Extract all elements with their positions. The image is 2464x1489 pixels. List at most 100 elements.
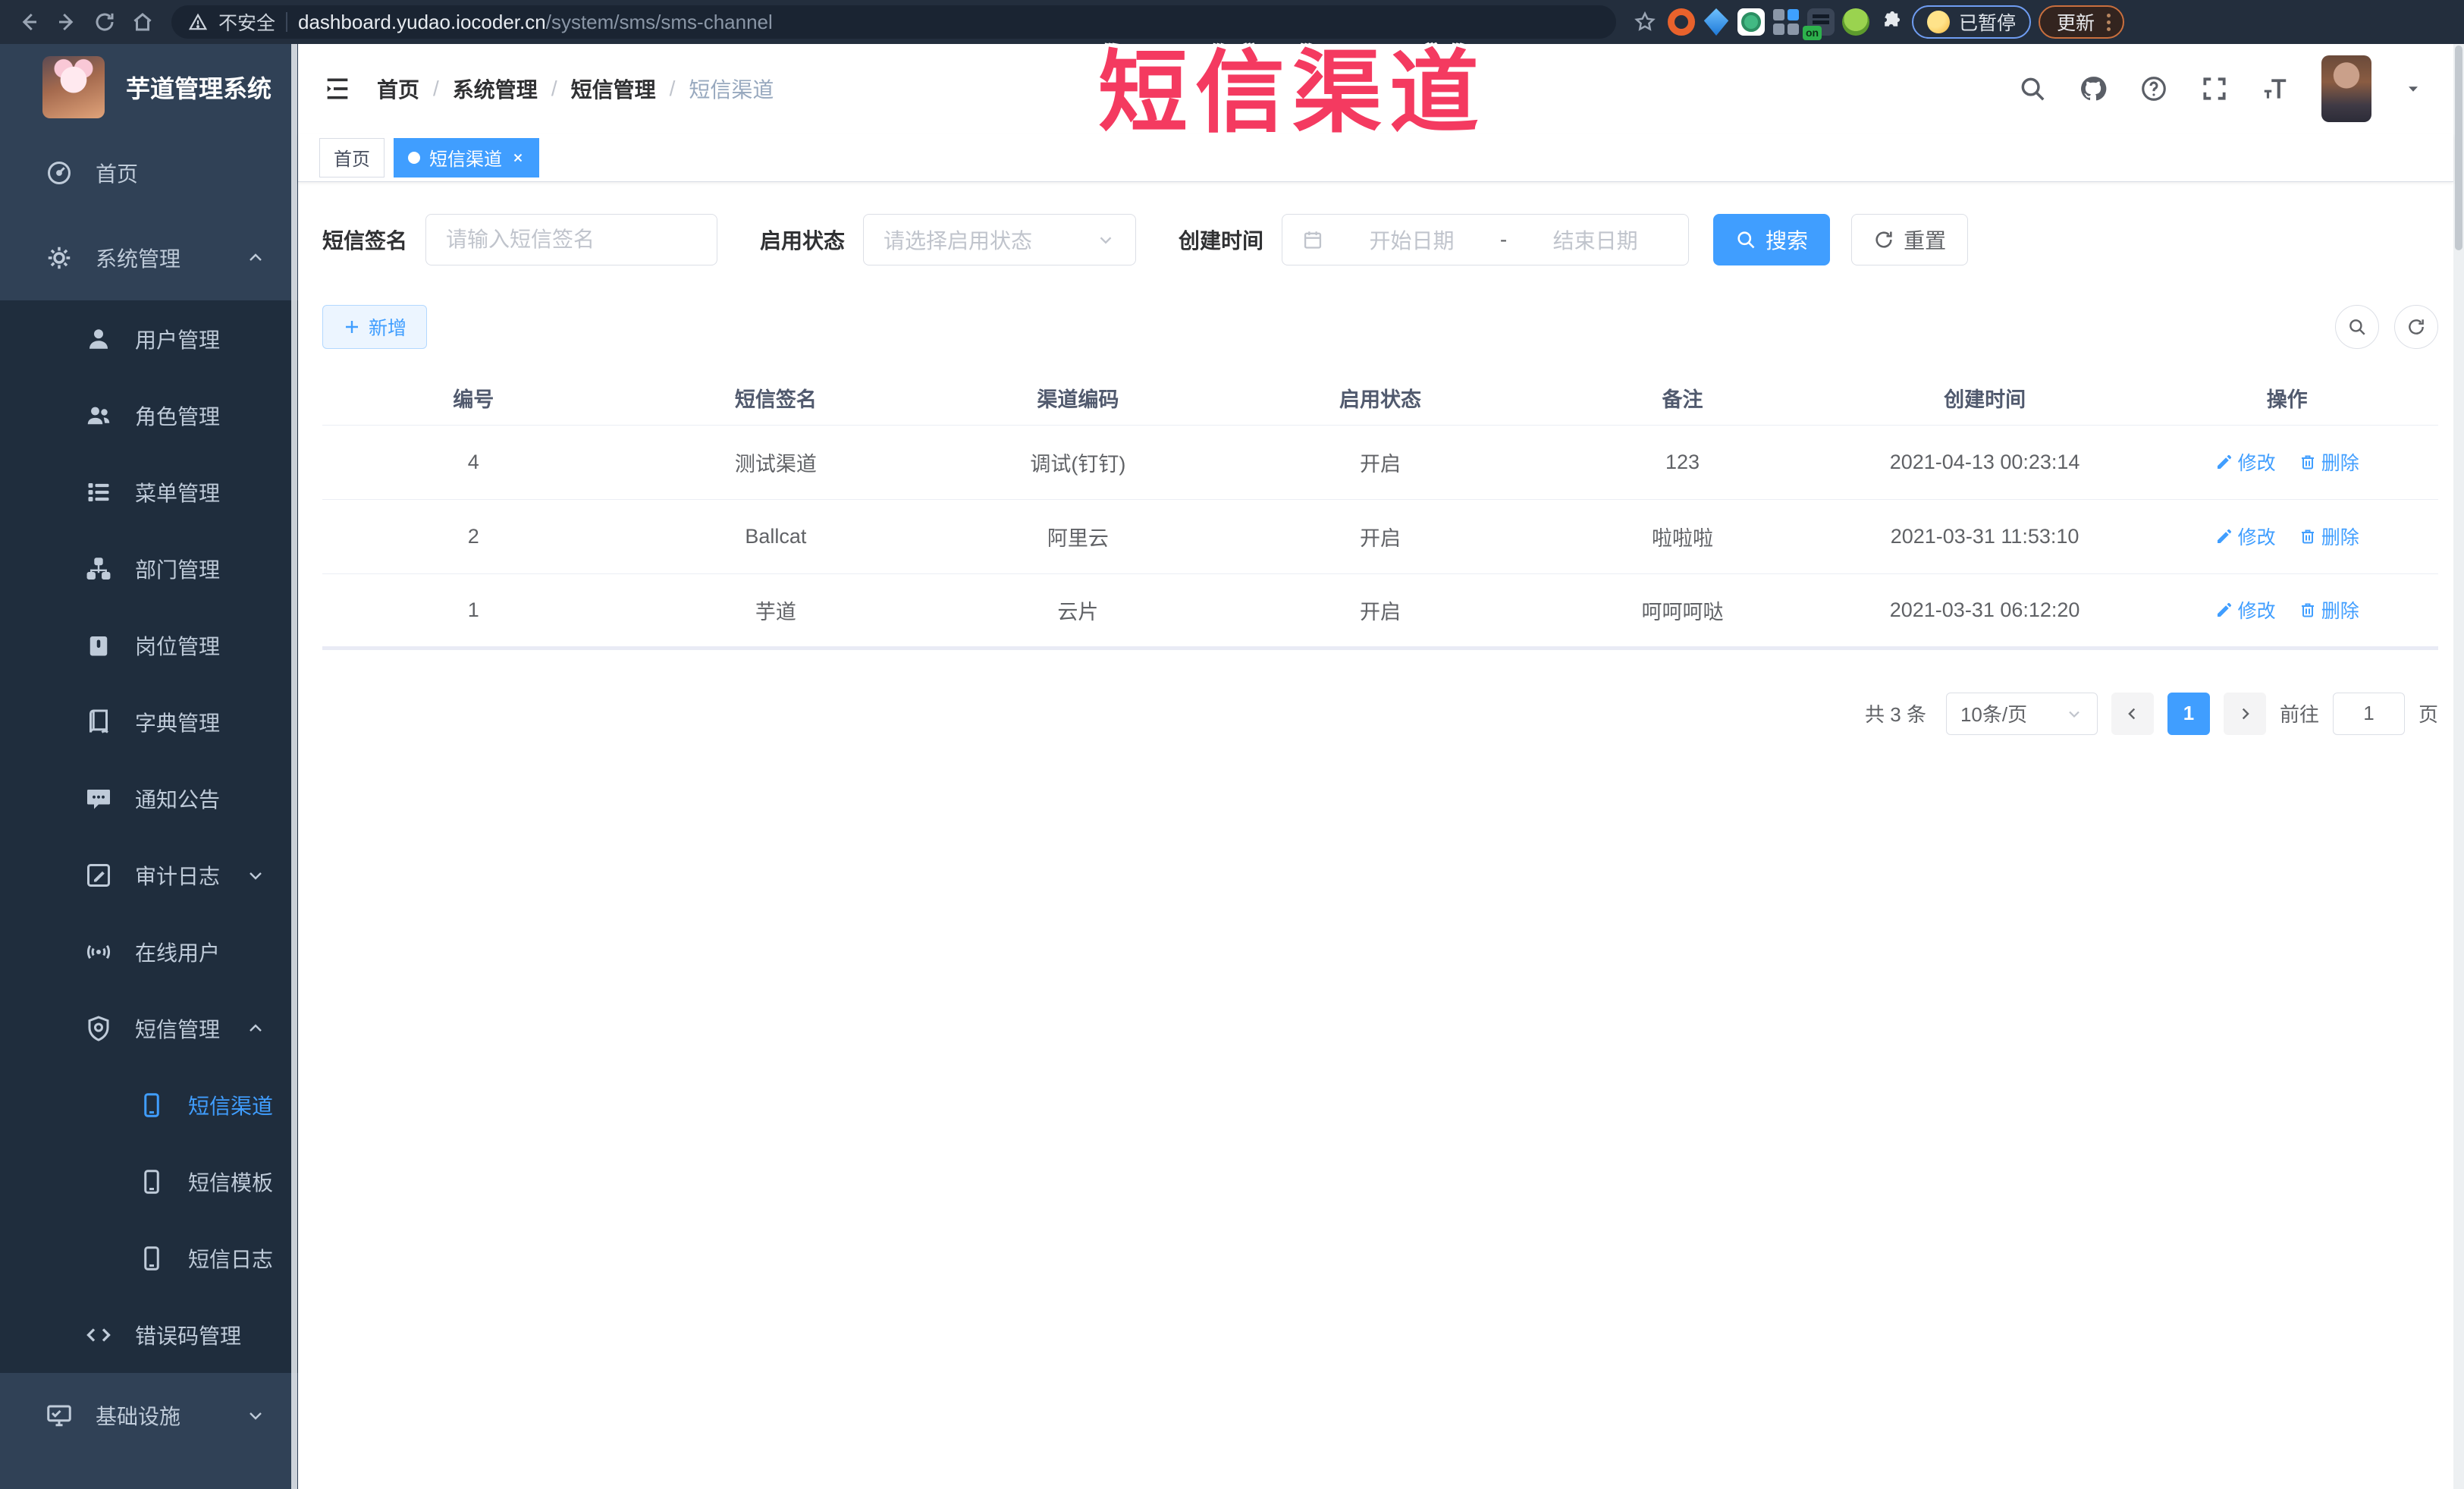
tree-icon [83, 554, 114, 584]
delete-link[interactable]: 删除 [2299, 523, 2359, 550]
refresh-icon [2409, 319, 2424, 335]
sidebar-item-label: 错误码管理 [135, 1324, 242, 1348]
tab-label: 首页 [334, 149, 370, 170]
edit-link[interactable]: 修改 [2215, 523, 2276, 550]
post-icon [83, 630, 114, 661]
delete-link[interactable]: 删除 [2299, 448, 2359, 476]
sidebar-scrollbar[interactable] [291, 44, 297, 1489]
home-icon[interactable] [127, 7, 158, 37]
font-size-icon[interactable] [2261, 74, 2290, 103]
sidebar-item-user-mgmt[interactable]: 用户管理 [0, 300, 298, 377]
page-unit-label: 页 [2418, 703, 2438, 726]
sidebar-item-dict-mgmt[interactable]: 字典管理 [0, 683, 298, 760]
sidebar-item-online-users[interactable]: 在线用户 [0, 913, 298, 990]
goto-label: 前往 [2279, 703, 2319, 726]
app-logo-row[interactable]: 芋道管理系统 [0, 44, 298, 130]
monitor-icon [44, 1400, 74, 1431]
hide-search-button[interactable] [2335, 305, 2379, 349]
reload-icon[interactable] [89, 7, 120, 37]
help-icon[interactable] [2139, 74, 2168, 103]
table-row: 1 芋道 云片 开启 呵呵呵哒 2021-03-31 06:12:20 修改 删… [322, 573, 2438, 650]
trash-icon [2301, 455, 2314, 470]
sidebar-item-menu-mgmt[interactable]: 菜单管理 [0, 454, 298, 530]
sidebar-item-sms-template[interactable]: 短信模板 [0, 1143, 298, 1220]
sidebar-item-infrastructure[interactable]: 基础设施 [0, 1373, 298, 1458]
search-icon[interactable] [2018, 74, 2047, 103]
breadcrumb-system[interactable]: 系统管理 [453, 74, 538, 104]
filter-form: 短信签名 启用状态 请选择启用状态 创建时间 开始日期 - 结束日期 搜索 重置 [322, 214, 2438, 265]
sidebar-item-error-code[interactable]: 错误码管理 [0, 1296, 298, 1373]
dashboard-icon [44, 158, 74, 188]
prev-page-button[interactable] [2111, 692, 2154, 735]
sidebar-item-audit-log[interactable]: 审计日志 [0, 837, 298, 913]
signature-label: 短信签名 [322, 229, 408, 253]
code-icon [83, 1320, 114, 1350]
col-remark: 备注 [1531, 372, 1834, 426]
add-button[interactable]: 新增 [322, 305, 428, 349]
page-size-select[interactable]: 10条/页 [1945, 692, 2098, 735]
sidebar-item-notice[interactable]: 通知公告 [0, 760, 298, 837]
sidebar-item-role-mgmt[interactable]: 角色管理 [0, 377, 298, 454]
page-scrollbar[interactable] [2453, 44, 2464, 1489]
breadcrumb-sms[interactable]: 短信管理 [571, 74, 656, 104]
sidebar-item-label: 首页 [96, 162, 139, 186]
github-icon[interactable] [2079, 74, 2108, 103]
sidebar-item-post-mgmt[interactable]: 岗位管理 [0, 607, 298, 683]
tab-sms-channel[interactable]: 短信渠道 [394, 137, 539, 177]
sidebar-item-label: 系统管理 [96, 247, 181, 271]
page-number-active[interactable]: 1 [2167, 692, 2210, 735]
app-logo [42, 56, 105, 118]
app-title: 芋道管理系统 [126, 75, 272, 102]
paused-pill[interactable]: 已暂停 [1912, 5, 2032, 39]
extension-vue-icon[interactable] [1737, 8, 1765, 36]
gear-icon [44, 243, 74, 273]
chevron-up-icon [246, 249, 265, 267]
hamburger-icon[interactable] [322, 74, 353, 104]
next-page-button[interactable] [2223, 692, 2266, 735]
date-start-placeholder[interactable]: 开始日期 [1339, 225, 1485, 255]
search-button[interactable]: 搜索 [1713, 214, 1831, 265]
delete-link[interactable]: 删除 [2299, 596, 2359, 624]
edit-link[interactable]: 修改 [2215, 596, 2276, 624]
edit-icon [2217, 529, 2231, 543]
sidebar-item-sms-log[interactable]: 短信日志 [0, 1220, 298, 1296]
caret-down-icon[interactable] [2403, 79, 2423, 99]
date-end-placeholder[interactable]: 结束日期 [1522, 225, 1668, 255]
reset-button[interactable]: 重置 [1851, 214, 1969, 265]
bookmark-star-icon[interactable] [1630, 7, 1660, 37]
forward-icon[interactable] [52, 7, 82, 37]
sidebar-item-sms-channel[interactable]: 短信渠道 [0, 1066, 298, 1143]
annotation-overlay-title: 短信渠道 [1098, 43, 1487, 143]
date-range-picker[interactable]: 开始日期 - 结束日期 [1282, 214, 1690, 265]
update-button[interactable]: 更新 [2039, 5, 2125, 39]
dict-icon [83, 707, 114, 737]
refresh-table-button[interactable] [2394, 305, 2438, 349]
sidebar-item-system-mgmt[interactable]: 系统管理 [0, 215, 298, 300]
extension-bug-icon[interactable] [1842, 8, 1869, 36]
back-icon[interactable] [14, 7, 44, 37]
edit-link[interactable]: 修改 [2215, 448, 2276, 476]
avatar[interactable] [2321, 55, 2371, 122]
extension-orange-icon[interactable] [1668, 8, 1695, 36]
sidebar-item-label: 菜单管理 [135, 481, 221, 505]
extensions-puzzle-icon[interactable] [1877, 8, 1904, 36]
status-select[interactable]: 请选择启用状态 [863, 214, 1137, 265]
tab-home[interactable]: 首页 [319, 137, 385, 177]
sidebar-item-dept-mgmt[interactable]: 部门管理 [0, 530, 298, 607]
extension-keyboard-icon[interactable]: on [1803, 8, 1835, 40]
sidebar-item-label: 角色管理 [135, 404, 221, 429]
scrollbar-thumb[interactable] [2455, 46, 2462, 250]
url-text: dashboard.yudao.iocoder.cn/system/sms/sm… [298, 10, 773, 33]
sidebar-item-home[interactable]: 首页 [0, 130, 298, 215]
sms-channel-table: 编号 短信签名 渠道编码 启用状态 备注 创建时间 操作 4 测试渠道 调试(钉… [322, 372, 2438, 650]
sidebar-item-sms-mgmt[interactable]: 短信管理 [0, 990, 298, 1066]
breadcrumb-home[interactable]: 首页 [377, 74, 419, 104]
chevron-right-icon [2242, 708, 2249, 719]
extension-grid-icon[interactable] [1772, 8, 1800, 36]
kebab-menu-icon[interactable] [2107, 13, 2111, 31]
fullscreen-icon[interactable] [2200, 74, 2229, 103]
goto-page-input[interactable] [2332, 692, 2405, 735]
extension-blue-icon[interactable] [1703, 8, 1729, 36]
close-icon[interactable] [511, 151, 525, 165]
signature-input[interactable] [446, 228, 698, 252]
